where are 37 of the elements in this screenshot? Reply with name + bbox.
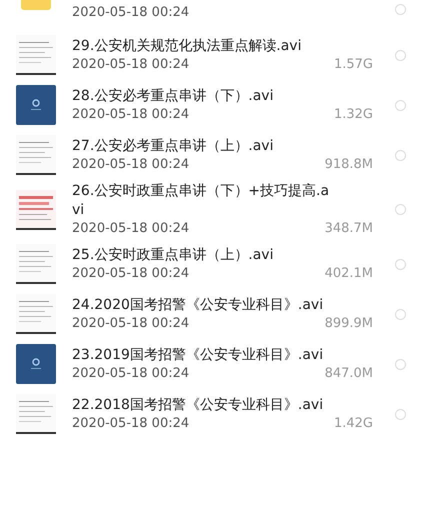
select-radio[interactable]: [395, 358, 406, 370]
file-name: 27.公安必考重点串讲（上）.avi: [72, 137, 274, 156]
select-radio[interactable]: [395, 150, 406, 160]
file-name: 28.公安必考重点串讲（下）.avi: [72, 87, 274, 106]
file-date: 2020-05-18 00:24: [72, 316, 190, 331]
file-date: 2020-05-18 00:24: [72, 5, 190, 20]
file-date: 2020-05-18 00:24: [72, 221, 190, 236]
file-date: 2020-05-18 00:24: [72, 107, 190, 122]
file-size: 348.7M: [324, 221, 373, 236]
file-date: 2020-05-18 00:24: [72, 416, 190, 431]
video-thumbnail: [16, 344, 56, 384]
file-date: 2020-05-18 00:24: [72, 366, 190, 381]
select-radio[interactable]: [395, 308, 406, 320]
select-radio[interactable]: [395, 50, 406, 60]
select-radio[interactable]: [395, 100, 406, 110]
file-name: 26.公安时政重点串讲（下）+技巧提高.avi: [72, 182, 330, 220]
file-date: 2020-05-18 00:24: [72, 266, 190, 281]
select-radio[interactable]: [395, 258, 406, 270]
file-name: 22.2018国考招警《公安专业科目》.avi: [72, 396, 324, 415]
file-name: 29.公安机关规范化执法重点解读.avi: [72, 37, 302, 56]
select-radio[interactable]: [395, 408, 406, 420]
file-size: 899.9M: [324, 316, 373, 331]
file-size: 1.42G: [334, 416, 373, 431]
file-date: 2020-05-18 00:24: [72, 57, 190, 72]
document-thumbnail: [16, 190, 56, 230]
file-name: 23.2019国考招警《公安专业科目》.avi: [72, 346, 324, 365]
file-name: 24.2020国考招警《公安专业科目》.avi: [72, 296, 324, 315]
file-size: 402.1M: [324, 266, 373, 281]
file-size: 1.57G: [334, 57, 373, 72]
file-name: 25.公安时政重点串讲（上）.avi: [72, 246, 274, 265]
select-radio[interactable]: [395, 4, 406, 15]
file-size: 918.8M: [324, 157, 373, 172]
file-date: 2020-05-18 00:24: [72, 157, 190, 172]
file-size: 847.0M: [324, 366, 373, 381]
select-radio[interactable]: [395, 204, 406, 215]
video-thumbnail: [16, 85, 56, 125]
file-size: 1.32G: [334, 107, 373, 122]
